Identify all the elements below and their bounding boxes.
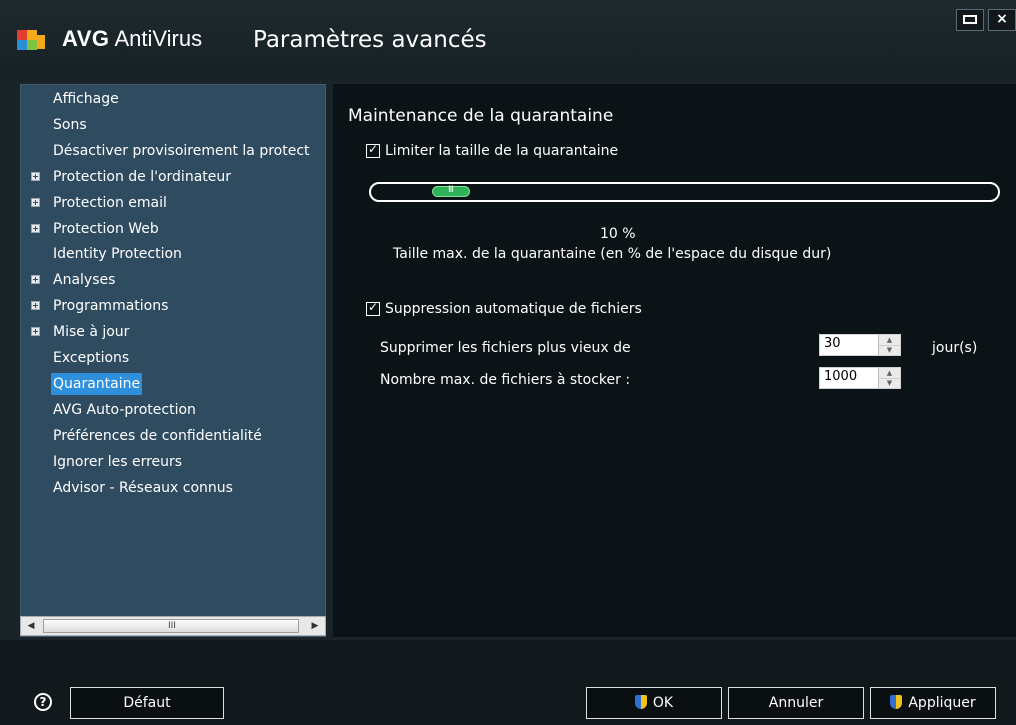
scroll-left-arrow-icon[interactable]: ◀ [25,619,37,633]
tree-item-label: Sons [53,116,87,133]
tree-item-label: Désactiver provisoirement la protect [53,142,310,159]
apply-button-label: Appliquer [908,695,976,711]
help-icon[interactable]: ? [34,693,52,711]
ok-button-label: OK [652,695,674,711]
tree-item[interactable]: Quarantaine [21,372,325,395]
max-age-spinbox[interactable]: 30 ▲ ▼ [819,334,901,356]
spin-down-icon[interactable]: ▼ [879,378,900,388]
slider-percent-value: 10 % [600,226,636,242]
tree-item-label: Protection email [53,194,167,211]
settings-tree: Affichage Sons Désactiver provisoirement l… [20,84,326,637]
section-title: Maintenance de la quarantaine [348,106,614,126]
tree-item[interactable]: Mise à jour [21,321,325,343]
tree-item-label: Programmations [53,298,169,315]
expand-icon[interactable] [31,327,40,337]
default-button[interactable]: Défaut [70,687,224,719]
limit-size-checkbox[interactable] [366,142,380,158]
scrollbar-grip-icon: III [168,621,176,631]
cancel-button[interactable]: Annuler [728,687,864,719]
avg-logo-icon [17,28,59,56]
tree-item[interactable]: Protection email [21,192,325,214]
expand-icon[interactable] [31,171,40,181]
apply-button[interactable]: Appliquer [870,687,996,719]
tree-item[interactable]: Protection Web [21,218,325,240]
max-files-value[interactable]: 1000 [824,369,857,384]
ok-button[interactable]: OK [586,687,722,719]
slider-grip-icon: III [448,185,454,195]
spin-down-icon[interactable]: ▼ [879,345,900,355]
window-title: Paramètres avancés [253,27,487,53]
tree-item[interactable]: Advisor - Réseaux connus [21,477,325,499]
expand-icon[interactable] [31,275,40,285]
close-button[interactable]: × [988,9,1016,31]
max-files-spinbox[interactable]: 1000 ▲ ▼ [819,367,901,389]
slider-caption: Taille max. de la quarantaine (en % de l… [393,246,832,262]
tree-item[interactable]: Sons [21,114,325,136]
tree-item-label: AVG Auto-protection [53,401,196,418]
maximize-button[interactable] [956,9,984,31]
tree-item[interactable]: Protection de l'ordinateur [21,166,325,188]
expand-icon[interactable] [31,223,40,233]
tree-item-label: Quarantaine [51,372,143,395]
max-age-spin-buttons: ▲ ▼ [878,335,900,355]
tree-item-label: Identity Protection [53,246,182,263]
settings-panel [333,84,1016,637]
tree-item[interactable]: Programmations [21,295,325,317]
auto-delete-label: Suppression automatique de fichiers [385,301,642,317]
tree-item-label: Ignorer les erreurs [53,453,183,470]
max-age-unit: jour(s) [932,340,978,356]
max-age-value[interactable]: 30 [824,336,841,351]
tree-item[interactable]: Désactiver provisoirement la protect [21,140,325,162]
auto-delete-checkbox[interactable] [366,300,380,316]
uac-shield-icon [634,695,647,709]
tree-item[interactable]: Préférences de confidentialité [21,425,325,447]
app-name-brand: AVG [62,26,110,51]
tree-item-label: Protection Web [53,220,159,237]
expand-icon[interactable] [31,301,40,311]
app-name-product: AntiVirus [109,26,203,51]
max-files-spin-buttons: ▲ ▼ [878,368,900,388]
tree-item[interactable]: Analyses [21,269,325,291]
tree-item-label: Protection de l'ordinateur [53,168,232,185]
tree-item[interactable]: AVG Auto-protection [21,399,325,421]
title-bar: AVG AntiVirus Paramètres avancés × [0,0,1016,80]
tree-item-label: Advisor - Réseaux connus [53,479,233,496]
expand-icon[interactable] [31,197,40,207]
scrollbar-thumb[interactable]: III [43,619,299,633]
max-age-label: Supprimer les fichiers plus vieux de [380,340,631,356]
tree-item-label: Mise à jour [53,324,130,341]
tree-item-label: Affichage [53,91,119,107]
limit-size-label: Limiter la taille de la quarantaine [385,143,619,159]
tree-item-label: Exceptions [53,350,130,366]
uac-shield-icon [890,695,903,709]
tree-item-label: Analyses [53,272,116,289]
tree-horizontal-scrollbar[interactable]: ◀ III ▶ [20,616,326,636]
tree-item[interactable]: Exceptions [21,347,325,369]
tree-item[interactable]: Ignorer les erreurs [21,451,325,473]
tree-item[interactable]: Identity Protection [21,243,325,265]
tree-item[interactable]: Affichage [21,88,325,110]
tree-item-label: Préférences de confidentialité [53,427,262,444]
scroll-right-arrow-icon[interactable]: ▶ [309,619,321,633]
avg-settings-window: AVG AntiVirus Paramètres avancés × Affic… [0,0,1016,725]
max-files-label: Nombre max. de fichiers à stocker : [380,372,631,388]
app-name: AVG AntiVirus [62,26,202,52]
maximize-icon [963,15,977,24]
